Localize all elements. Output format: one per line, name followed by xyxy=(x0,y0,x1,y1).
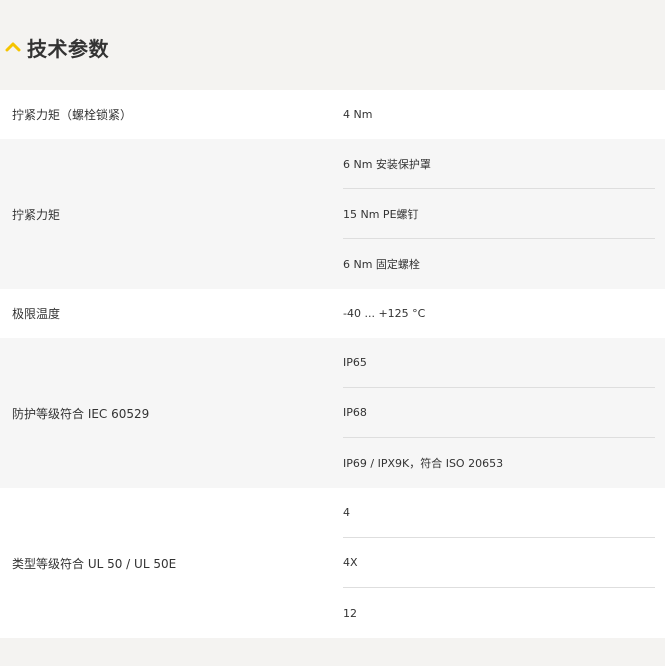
spec-row-ul-type: 类型等级符合 UL 50 / UL 50E 4 4X 12 xyxy=(0,488,665,638)
spec-value: 4 Nm xyxy=(343,108,373,121)
chevron-up-icon[interactable] xyxy=(3,40,23,54)
spec-row-torque-locking: 拧紧力矩（螺栓锁紧） 4 Nm xyxy=(0,90,665,139)
spec-value: 12 xyxy=(343,606,357,620)
spec-value: 6 Nm 安装保护罩 xyxy=(343,139,655,189)
spec-value: 6 Nm 固定螺栓 xyxy=(343,258,420,271)
section-header-tech-params[interactable]: 技术参数 xyxy=(0,30,109,64)
spec-row-torque: 拧紧力矩 6 Nm 安装保护罩 15 Nm PE螺钉 6 Nm 固定螺栓 xyxy=(0,139,665,289)
spec-row-temperature: 极限温度 -40 ... +125 °C xyxy=(0,289,665,338)
spec-row-protection-class: 防护等级符合 IEC 60529 IP65 IP68 IP69 / IPX9K，… xyxy=(0,338,665,488)
spec-values: 6 Nm 安装保护罩 15 Nm PE螺钉 6 Nm 固定螺栓 xyxy=(343,139,665,289)
spec-value: IP65 xyxy=(343,338,655,388)
spec-values: 4 Nm xyxy=(343,90,665,139)
spec-values: 4 4X 12 xyxy=(343,488,665,638)
spec-value: -40 ... +125 °C xyxy=(343,307,426,320)
spec-label: 拧紧力矩 xyxy=(12,207,61,222)
spec-values: -40 ... +125 °C xyxy=(343,289,665,338)
spec-label: 防护等级符合 IEC 60529 xyxy=(12,406,150,421)
spec-values: IP65 IP68 IP69 / IPX9K，符合 ISO 20653 xyxy=(343,338,665,488)
spec-value: 15 Nm PE螺钉 xyxy=(343,189,655,239)
section-title: 技术参数 xyxy=(27,36,109,61)
spec-value: 4 xyxy=(343,488,655,538)
spec-table: 拧紧力矩（螺栓锁紧） 4 Nm 拧紧力矩 6 Nm 安装保护罩 15 Nm PE… xyxy=(0,90,665,638)
spec-label: 拧紧力矩（螺栓锁紧） xyxy=(12,108,133,122)
spec-label: 极限温度 xyxy=(12,307,61,321)
spec-value: IP68 xyxy=(343,388,655,438)
spec-label: 类型等级符合 UL 50 / UL 50E xyxy=(12,556,177,571)
spec-value: IP69 / IPX9K，符合 ISO 20653 xyxy=(343,457,504,470)
spec-value: 4X xyxy=(343,538,655,588)
